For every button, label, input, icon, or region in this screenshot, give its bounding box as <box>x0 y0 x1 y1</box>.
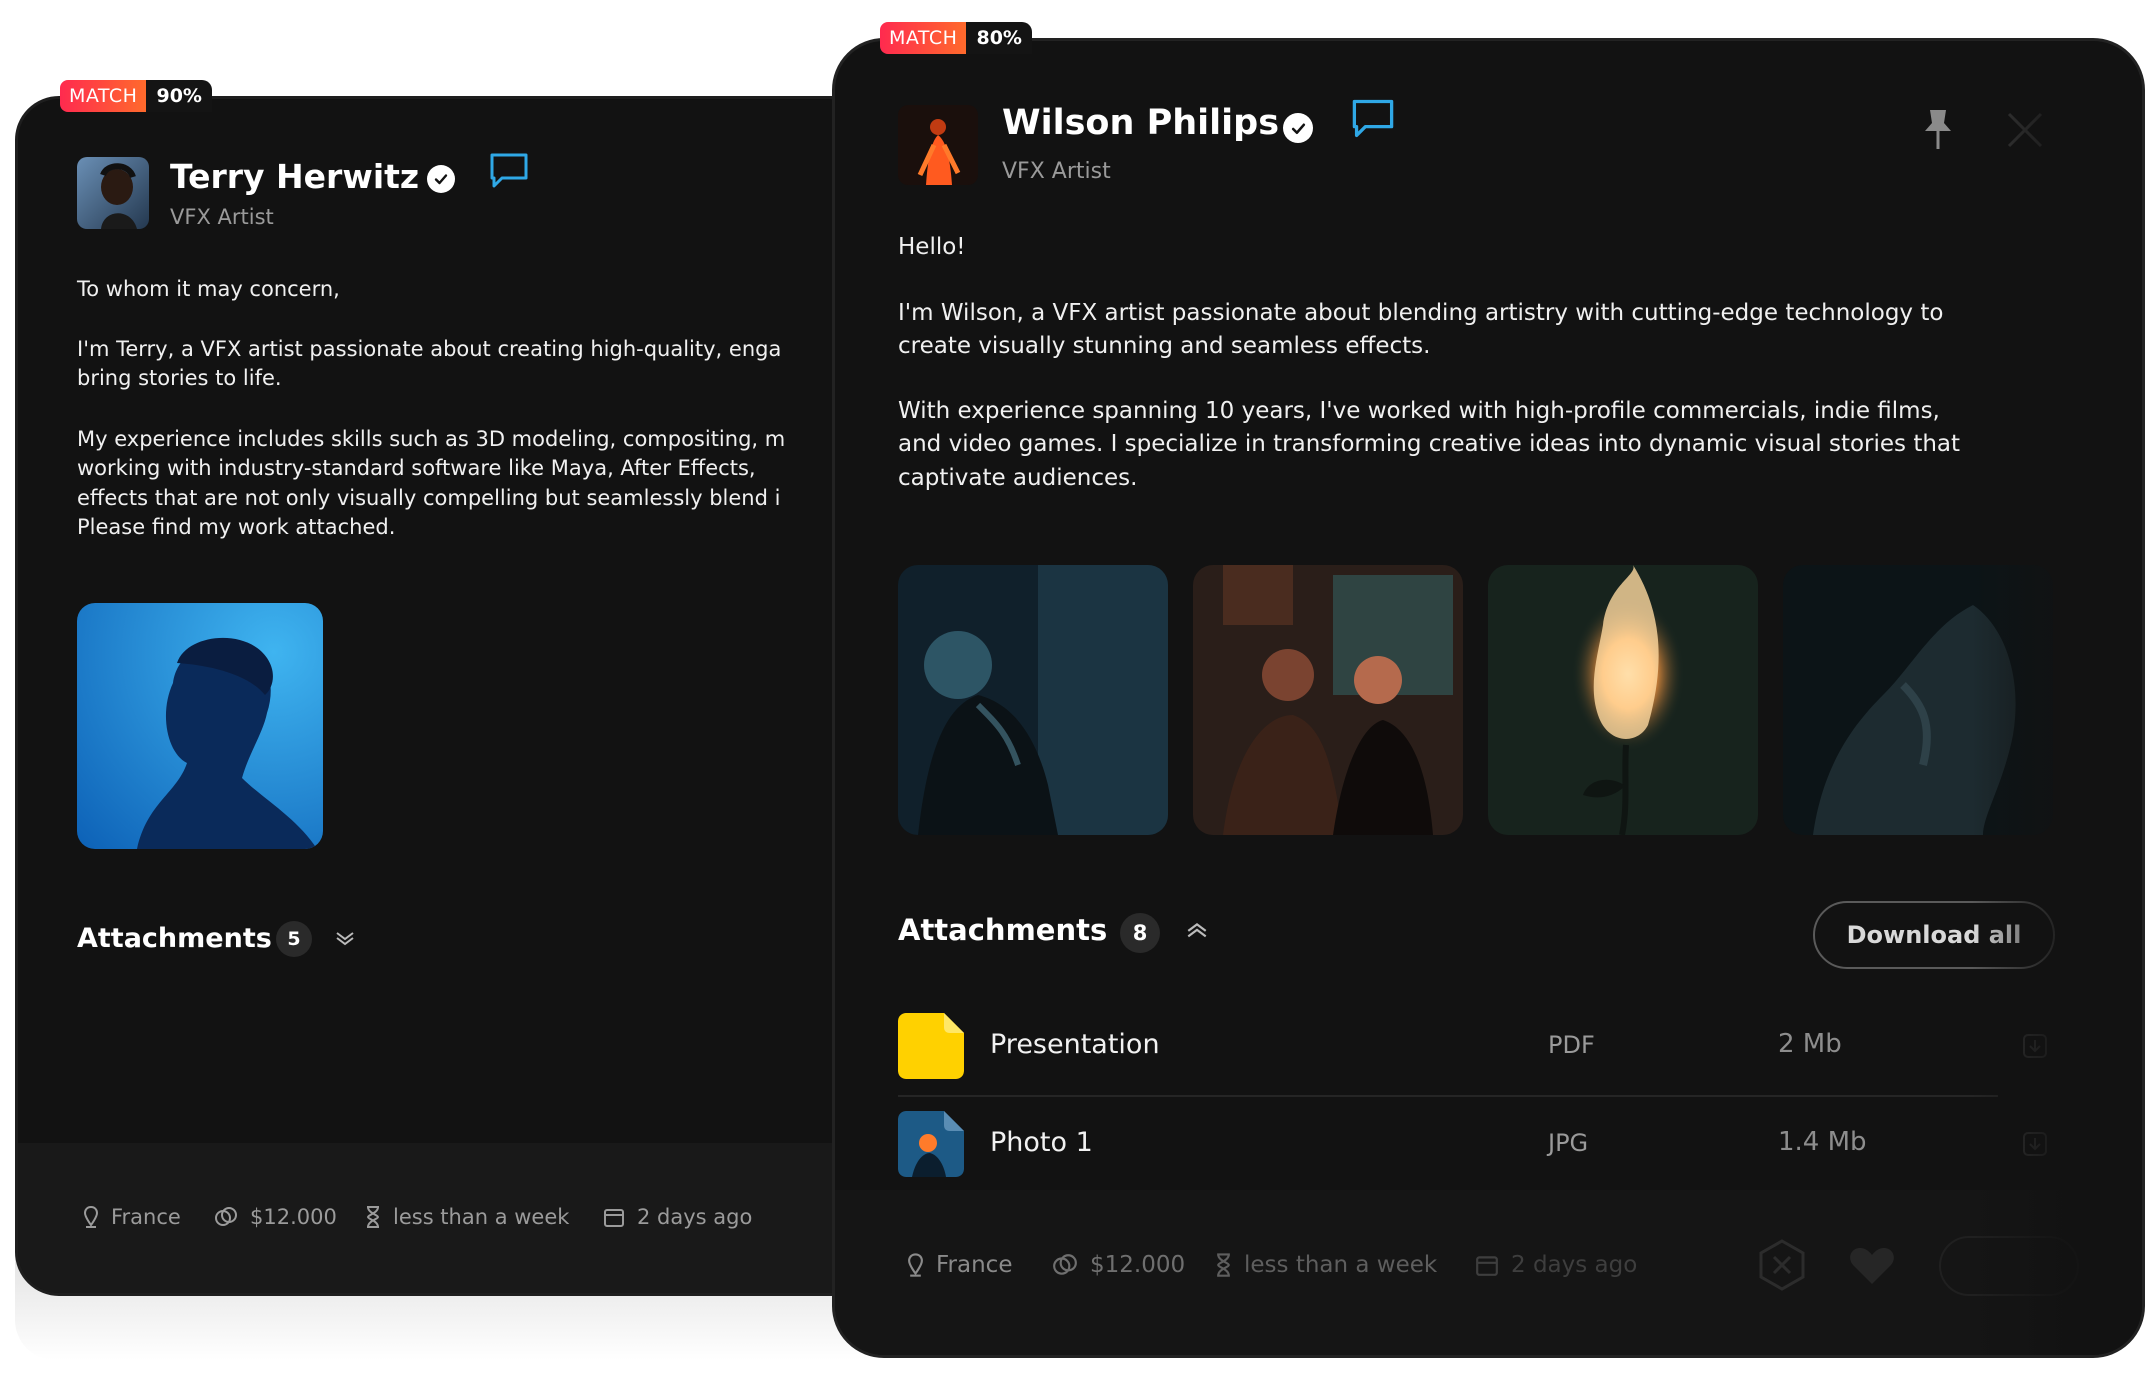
cover-letter-line: effects that are not only visually compe… <box>77 485 781 510</box>
match-badge: MATCH 90% <box>60 80 212 112</box>
meta-budget: $12.000 <box>214 1205 337 1229</box>
posted-text: 2 days ago <box>1511 1252 1638 1278</box>
attachment-row[interactable]: Presentation PDF 2 Mb <box>898 999 2048 1097</box>
meta-location: France <box>83 1205 181 1229</box>
meta-budget: $12.000 <box>1052 1252 1185 1278</box>
file-type: PDF <box>1548 1031 1595 1059</box>
cover-letter-line: With experience spanning 10 years, I've … <box>898 398 1940 424</box>
file-name: Photo 1 <box>990 1127 1093 1158</box>
file-size: 2 Mb <box>1778 1029 1842 1059</box>
match-percent: 80% <box>966 22 1032 54</box>
pdf-file-icon <box>898 1013 964 1079</box>
download-icon[interactable] <box>2022 1033 2048 1063</box>
attachments-heading: Attachments <box>77 923 272 954</box>
meta-posted: 2 days ago <box>1475 1252 1637 1278</box>
location-text: France <box>111 1205 181 1229</box>
cover-letter-line: working with industry-standard software … <box>77 456 756 481</box>
portfolio-thumbnail[interactable] <box>1783 565 2053 835</box>
location-pin-icon <box>83 1205 99 1228</box>
file-type: JPG <box>1548 1129 1589 1157</box>
duration-text: less than a week <box>393 1205 570 1229</box>
cover-letter-paragraph: I'm Terry, a VFX artist passionate about… <box>77 335 781 394</box>
attachments-count: 8 <box>1120 913 1160 953</box>
jpg-file-icon <box>898 1111 964 1177</box>
download-all-button[interactable]: Download all <box>1813 901 2055 969</box>
hourglass-icon <box>1217 1253 1230 1277</box>
cover-letter-line: create visually stunning and seamless ef… <box>898 333 1431 360</box>
meta-location: France <box>907 1252 1012 1278</box>
cover-letter-paragraph: With experience spanning 10 years, I've … <box>898 395 1960 495</box>
hourglass-icon <box>366 1206 380 1228</box>
applicant-card-wilson[interactable]: Wilson Philips VFX Artist Hello! I'm Wil… <box>832 38 2145 1358</box>
portfolio-thumbnail[interactable] <box>1193 565 1463 835</box>
match-percent: 90% <box>146 80 212 112</box>
verified-icon <box>427 165 455 193</box>
budget-text: $12.000 <box>250 1205 337 1229</box>
avatar[interactable] <box>77 157 149 229</box>
avatar[interactable] <box>898 105 978 185</box>
portfolio-image[interactable] <box>77 603 323 849</box>
cover-letter-line: I'm Wilson, a VFX artist passionate abou… <box>898 300 1944 326</box>
attachment-row[interactable]: Photo 1 JPG 1.4 Mb <box>898 1097 2048 1195</box>
heart-icon[interactable] <box>1848 1246 1896 1290</box>
chevron-up-icon[interactable] <box>1185 921 1209 947</box>
applicant-role: VFX Artist <box>170 205 274 229</box>
reject-icon[interactable] <box>1757 1238 1807 1296</box>
cover-letter-line: My experience includes skills such as 3D… <box>77 427 786 451</box>
download-icon[interactable] <box>2022 1131 2048 1161</box>
chat-icon[interactable] <box>1350 97 1396 145</box>
cover-letter-line: and video games. I specialize in transfo… <box>898 431 1961 458</box>
meta-posted: 2 days ago <box>603 1205 752 1229</box>
chevron-down-icon[interactable] <box>334 927 356 951</box>
calendar-icon <box>604 1209 624 1227</box>
pin-icon[interactable] <box>1921 107 1955 155</box>
location-pin-icon <box>908 1253 923 1277</box>
cover-letter-paragraph: I'm Wilson, a VFX artist passionate abou… <box>898 297 1943 364</box>
portfolio-thumbnail[interactable] <box>1488 565 1758 835</box>
file-size: 1.4 Mb <box>1778 1127 1867 1157</box>
attachments-heading: Attachments <box>898 913 1108 947</box>
greeting: To whom it may concern, <box>77 277 340 301</box>
attachments-count: 5 <box>276 921 312 957</box>
location-text: France <box>936 1252 1013 1278</box>
posted-text: 2 days ago <box>637 1205 753 1229</box>
meta-duration: less than a week <box>365 1205 569 1229</box>
applicant-role: VFX Artist <box>1002 159 1111 184</box>
match-label: MATCH <box>880 22 967 54</box>
card-footer: France $12.000 less than a week 2 days a… <box>18 1143 912 1293</box>
hire-button[interactable] <box>1939 1236 2079 1296</box>
applicant-card-terry[interactable]: Terry Herwitz VFX Artist To whom it may … <box>15 96 915 1296</box>
card-footer: France $12.000 less than a week 2 days a… <box>835 1190 2142 1355</box>
cover-letter-line: bring stories to life. <box>77 366 282 391</box>
portfolio-thumbnail[interactable] <box>898 565 1168 835</box>
chat-icon[interactable] <box>488 151 530 195</box>
cover-letter-line: Please find my work attached. <box>77 515 396 540</box>
match-label: MATCH <box>60 80 147 112</box>
applicant-name: Terry Herwitz <box>170 157 420 196</box>
greeting: Hello! <box>898 234 966 260</box>
close-icon[interactable] <box>2006 111 2044 153</box>
calendar-icon <box>1476 1256 1498 1276</box>
cover-letter-paragraph: My experience includes skills such as 3D… <box>77 425 785 543</box>
coins-icon <box>215 1207 237 1226</box>
cover-letter-line: I'm Terry, a VFX artist passionate about… <box>77 337 782 361</box>
budget-text: $12.000 <box>1090 1252 1186 1278</box>
cover-letter-line: captivate audiences. <box>898 464 1138 491</box>
match-badge: MATCH 80% <box>880 22 1032 54</box>
coins-icon <box>1053 1254 1077 1275</box>
verified-icon <box>1283 113 1313 143</box>
applicant-name: Wilson Philips <box>1002 103 1280 143</box>
meta-duration: less than a week <box>1215 1252 1437 1278</box>
duration-text: less than a week <box>1244 1252 1438 1278</box>
file-name: Presentation <box>990 1029 1160 1060</box>
